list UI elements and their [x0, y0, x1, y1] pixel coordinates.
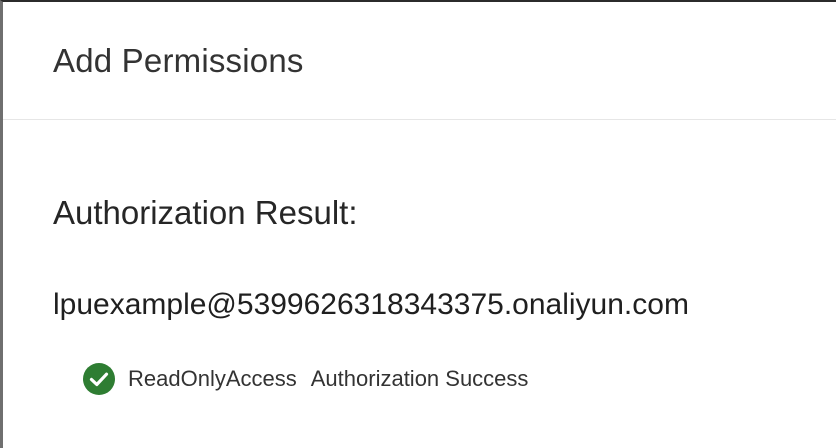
- authorization-result-row: ReadOnlyAccess Authorization Success: [83, 363, 528, 395]
- check-circle-icon: [83, 363, 115, 395]
- account-name: lpuexample@5399626318343375.onaliyun.com: [53, 288, 689, 321]
- panel-title: Add Permissions: [53, 42, 304, 79]
- authorization-status: Authorization Success: [310, 366, 529, 391]
- add-permissions-panel: Add Permissions Authorization Result: lp…: [0, 0, 836, 448]
- policy-name: ReadOnlyAccess: [128, 366, 297, 391]
- result-heading: Authorization Result:: [53, 194, 358, 231]
- panel-body: Authorization Result: lpuexample@5399626…: [3, 120, 836, 447]
- panel-header: Add Permissions: [3, 2, 836, 120]
